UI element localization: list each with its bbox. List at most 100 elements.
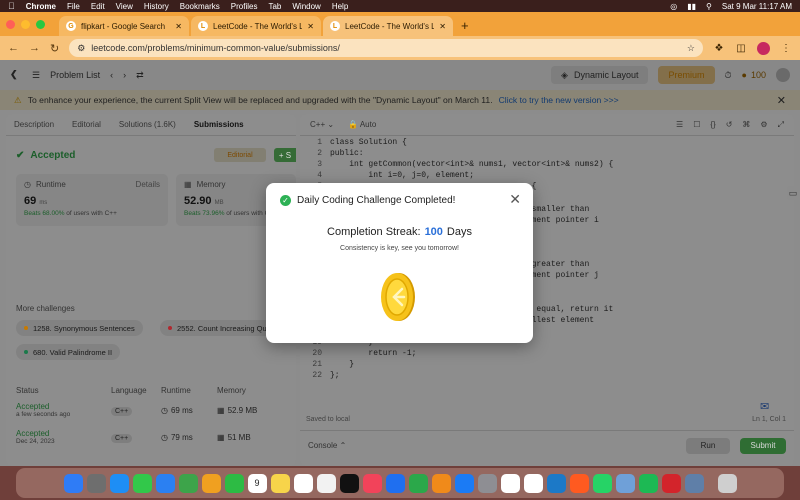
browser-tab-active[interactable]: L LeetCode - The World's Leadi ✕	[323, 16, 453, 36]
finder-icon[interactable]	[63, 473, 83, 493]
fullscreen-icon[interactable]: ⤢	[778, 120, 784, 130]
code-line[interactable]: class Solution {	[330, 138, 407, 147]
problem-list-link[interactable]: Problem List	[50, 70, 100, 80]
search-icon[interactable]: ⚲	[706, 2, 712, 11]
extensions-icon[interactable]: ❖	[713, 42, 725, 54]
keynote-icon[interactable]	[385, 473, 405, 493]
menu-item-help[interactable]: Help	[332, 2, 348, 11]
menu-item-view[interactable]: View	[116, 2, 133, 11]
bookmark-icon[interactable]: ☐	[693, 120, 700, 130]
banner-link[interactable]: Click to try the new version >>>	[499, 95, 619, 105]
menu-app-name[interactable]: Chrome	[26, 2, 56, 11]
coins-counter[interactable]: ● 100	[742, 70, 766, 80]
leetcode-logo-icon[interactable]: ❮	[10, 69, 22, 81]
run-button[interactable]: Run	[686, 437, 730, 454]
menu-item-window[interactable]: Window	[292, 2, 320, 11]
chrome-icon[interactable]	[523, 473, 543, 493]
reminders-icon[interactable]	[293, 473, 313, 493]
autocomplete-mode[interactable]: 🔒 Auto	[348, 120, 376, 129]
code-line[interactable]: int i=0, j=0, element;	[330, 171, 474, 180]
files-icon[interactable]	[684, 473, 704, 493]
reset-icon[interactable]: ↺	[726, 120, 733, 130]
brave-icon[interactable]	[569, 473, 589, 493]
prev-problem-icon[interactable]: ‹	[110, 70, 113, 80]
close-icon[interactable]: ✕	[509, 191, 521, 208]
menu-item-bookmarks[interactable]: Bookmarks	[180, 2, 220, 11]
reload-icon[interactable]: ↻	[50, 42, 59, 55]
chat-icon[interactable]: ✉	[760, 400, 769, 413]
freeform-icon[interactable]	[316, 473, 336, 493]
close-tab-icon[interactable]: ✕	[175, 22, 182, 31]
notes-icon[interactable]: ☰	[676, 120, 683, 130]
shuffle-icon[interactable]: ⇄	[136, 70, 144, 81]
browser-tab[interactable]: G flipkart - Google Search ✕	[59, 16, 189, 36]
numbers-icon[interactable]	[408, 473, 428, 493]
column-status[interactable]: Status	[16, 386, 111, 395]
back-icon[interactable]: ←	[8, 42, 19, 54]
timer-icon[interactable]: ⏱	[725, 70, 732, 81]
close-banner-icon[interactable]: ✕	[777, 94, 786, 107]
table-row[interactable]: Accepted a few seconds ago C++ ◷ 69 ms ▦ 52…	[16, 402, 292, 418]
dynamic-layout-button[interactable]: ◈ Dynamic Layout	[551, 66, 649, 84]
more-menu-icon[interactable]: ⋮	[780, 42, 792, 54]
photos-icon[interactable]	[201, 473, 221, 493]
runtime-card[interactable]: ◷ Runtime Details 69 ms Beats 68.00% of us…	[16, 174, 168, 226]
maps-icon[interactable]	[178, 473, 198, 493]
tab-description[interactable]: Description	[14, 120, 54, 129]
menu-item-profiles[interactable]: Profiles	[231, 2, 258, 11]
battery-icon[interactable]: ▮▮	[687, 2, 696, 11]
wifi-icon[interactable]: ◎	[670, 2, 677, 11]
safari-icon[interactable]	[109, 473, 129, 493]
bookmark-star-icon[interactable]: ☆	[687, 43, 695, 54]
pages-icon[interactable]	[431, 473, 451, 493]
menu-item-history[interactable]: History	[144, 2, 169, 11]
new-tab-button[interactable]: +	[455, 18, 475, 36]
column-language[interactable]: Language	[111, 386, 161, 395]
code-line[interactable]: }	[330, 360, 354, 369]
acrobat-icon[interactable]	[661, 473, 681, 493]
code-line[interactable]: int getCommon(vector<int>& nums1, vector…	[330, 160, 613, 169]
tv-icon[interactable]	[339, 473, 359, 493]
vscode-icon[interactable]	[546, 473, 566, 493]
row-status[interactable]: Accepted	[16, 429, 111, 438]
code-line[interactable]: };	[330, 371, 340, 380]
profile-avatar[interactable]	[757, 41, 770, 55]
preview-icon[interactable]	[615, 473, 635, 493]
apple-icon[interactable]: 	[8, 1, 15, 11]
shortcut-icon[interactable]: ⌘	[742, 120, 750, 130]
music-icon[interactable]	[362, 473, 382, 493]
settings-icon[interactable]: ⚙	[760, 120, 767, 130]
mail-icon[interactable]	[155, 473, 175, 493]
problem-list-icon[interactable]: ☰	[32, 70, 40, 81]
language-select[interactable]: C++ ⌄	[310, 120, 334, 129]
editorial-button[interactable]: Editorial	[214, 148, 266, 162]
notion-icon[interactable]	[500, 473, 520, 493]
address-bar[interactable]: ⚙ leetcode.com/problems/minimum-common-v…	[69, 39, 703, 57]
column-memory[interactable]: Memory	[217, 386, 292, 395]
url-text[interactable]: leetcode.com/problems/minimum-common-val…	[91, 43, 340, 53]
user-avatar[interactable]	[776, 68, 790, 82]
table-row[interactable]: Accepted Dec 24, 2023 C++ ◷ 79 ms ▦ 51 MB	[16, 429, 292, 445]
notes-icon[interactable]	[270, 473, 290, 493]
braces-icon[interactable]: {}	[710, 120, 715, 130]
tab-editorial[interactable]: Editorial	[72, 120, 101, 129]
solution-button[interactable]: + S	[274, 148, 296, 162]
menu-item-edit[interactable]: Edit	[91, 2, 105, 11]
forward-icon[interactable]: →	[29, 42, 40, 54]
minimize-window-button[interactable]	[21, 19, 30, 29]
launchpad-icon[interactable]	[86, 473, 106, 493]
app-store-icon[interactable]	[454, 473, 474, 493]
spotify-icon[interactable]	[638, 473, 658, 493]
settings-icon[interactable]	[477, 473, 497, 493]
whatsapp-icon[interactable]	[592, 473, 612, 493]
menu-item-file[interactable]: File	[67, 2, 80, 11]
code-line[interactable]: public:	[330, 149, 364, 158]
details-link[interactable]: Details	[136, 180, 160, 189]
premium-button[interactable]: Premium	[658, 66, 715, 84]
browser-tab[interactable]: L LeetCode - The World's Leadi ✕	[191, 16, 321, 36]
side-panel-icon[interactable]: ▭	[787, 186, 799, 200]
sidepanel-icon[interactable]: ◫	[735, 42, 747, 54]
zoom-window-button[interactable]	[36, 19, 45, 29]
trash-icon[interactable]	[717, 473, 737, 493]
console-toggle[interactable]: Console ⌃	[308, 441, 346, 450]
